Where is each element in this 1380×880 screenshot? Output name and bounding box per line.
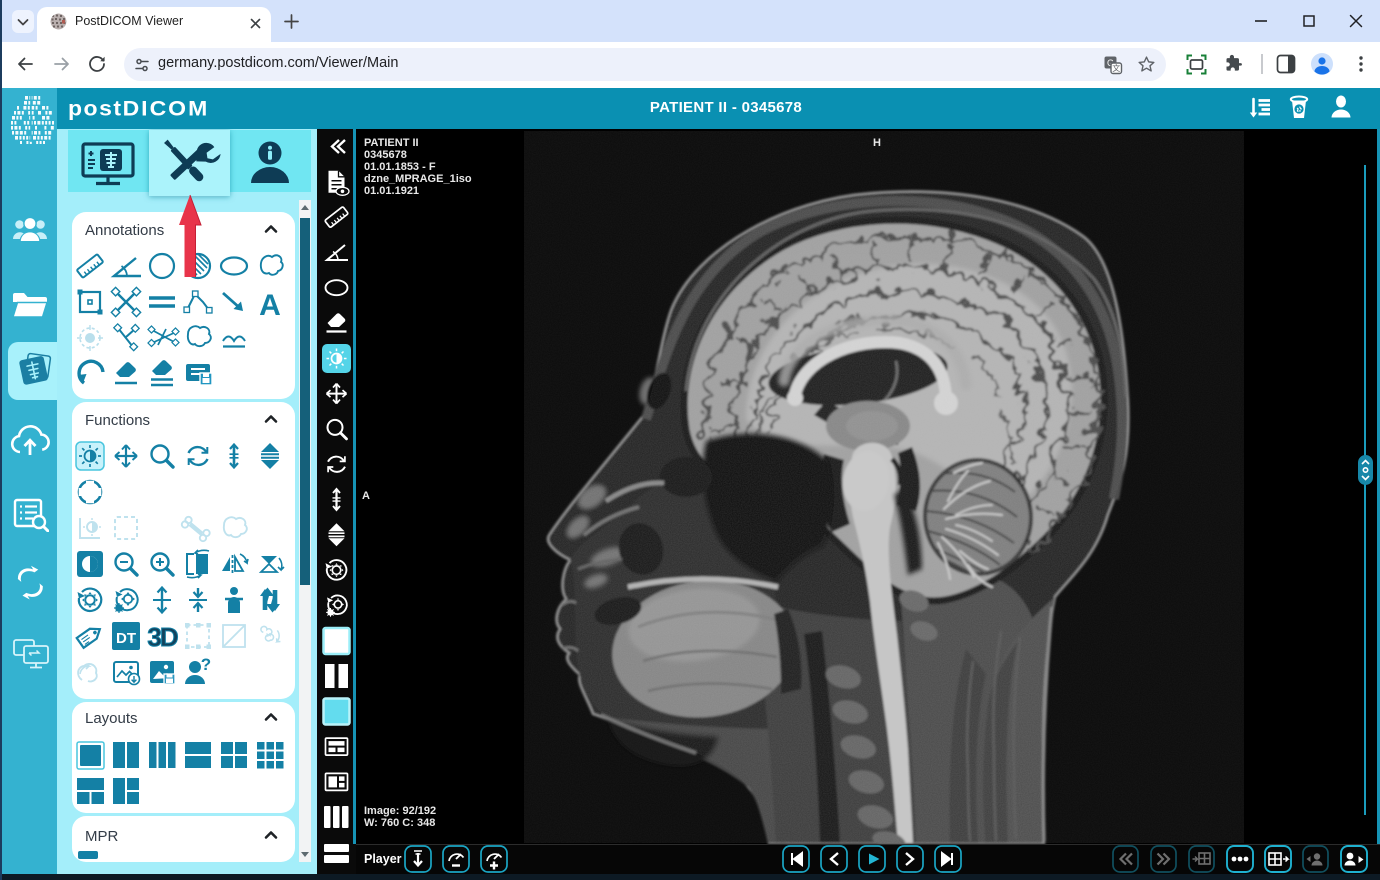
svg-text:01.01.1853 - F: 01.01.1853 - F [364, 161, 436, 173]
svg-text:?: ? [201, 655, 211, 674]
svg-text:W: 760 C: 348: W: 760 C: 348 [364, 817, 435, 829]
svg-text:Functions: Functions [85, 412, 150, 429]
svg-text:DT: DT [116, 630, 136, 647]
svg-text:文: 文 [1112, 63, 1120, 73]
svg-text:Image: 92/192: Image: 92/192 [364, 805, 436, 817]
svg-text:Layouts: Layouts [85, 710, 138, 727]
svg-text:0345678: 0345678 [364, 149, 407, 161]
svg-text:A: A [259, 289, 281, 322]
svg-text:PATIENT II: PATIENT II [364, 137, 419, 149]
svg-text:MPR: MPR [85, 828, 119, 845]
svg-text:3D: 3D [147, 622, 177, 652]
svg-text:01.01.1921: 01.01.1921 [364, 185, 419, 197]
svg-text:Annotations: Annotations [85, 222, 164, 239]
svg-text:Player: Player [364, 852, 402, 866]
svg-text:H: H [873, 137, 881, 149]
svg-text:dzne_MPRAGE_1iso: dzne_MPRAGE_1iso [364, 173, 472, 185]
svg-text:A: A [362, 490, 370, 502]
